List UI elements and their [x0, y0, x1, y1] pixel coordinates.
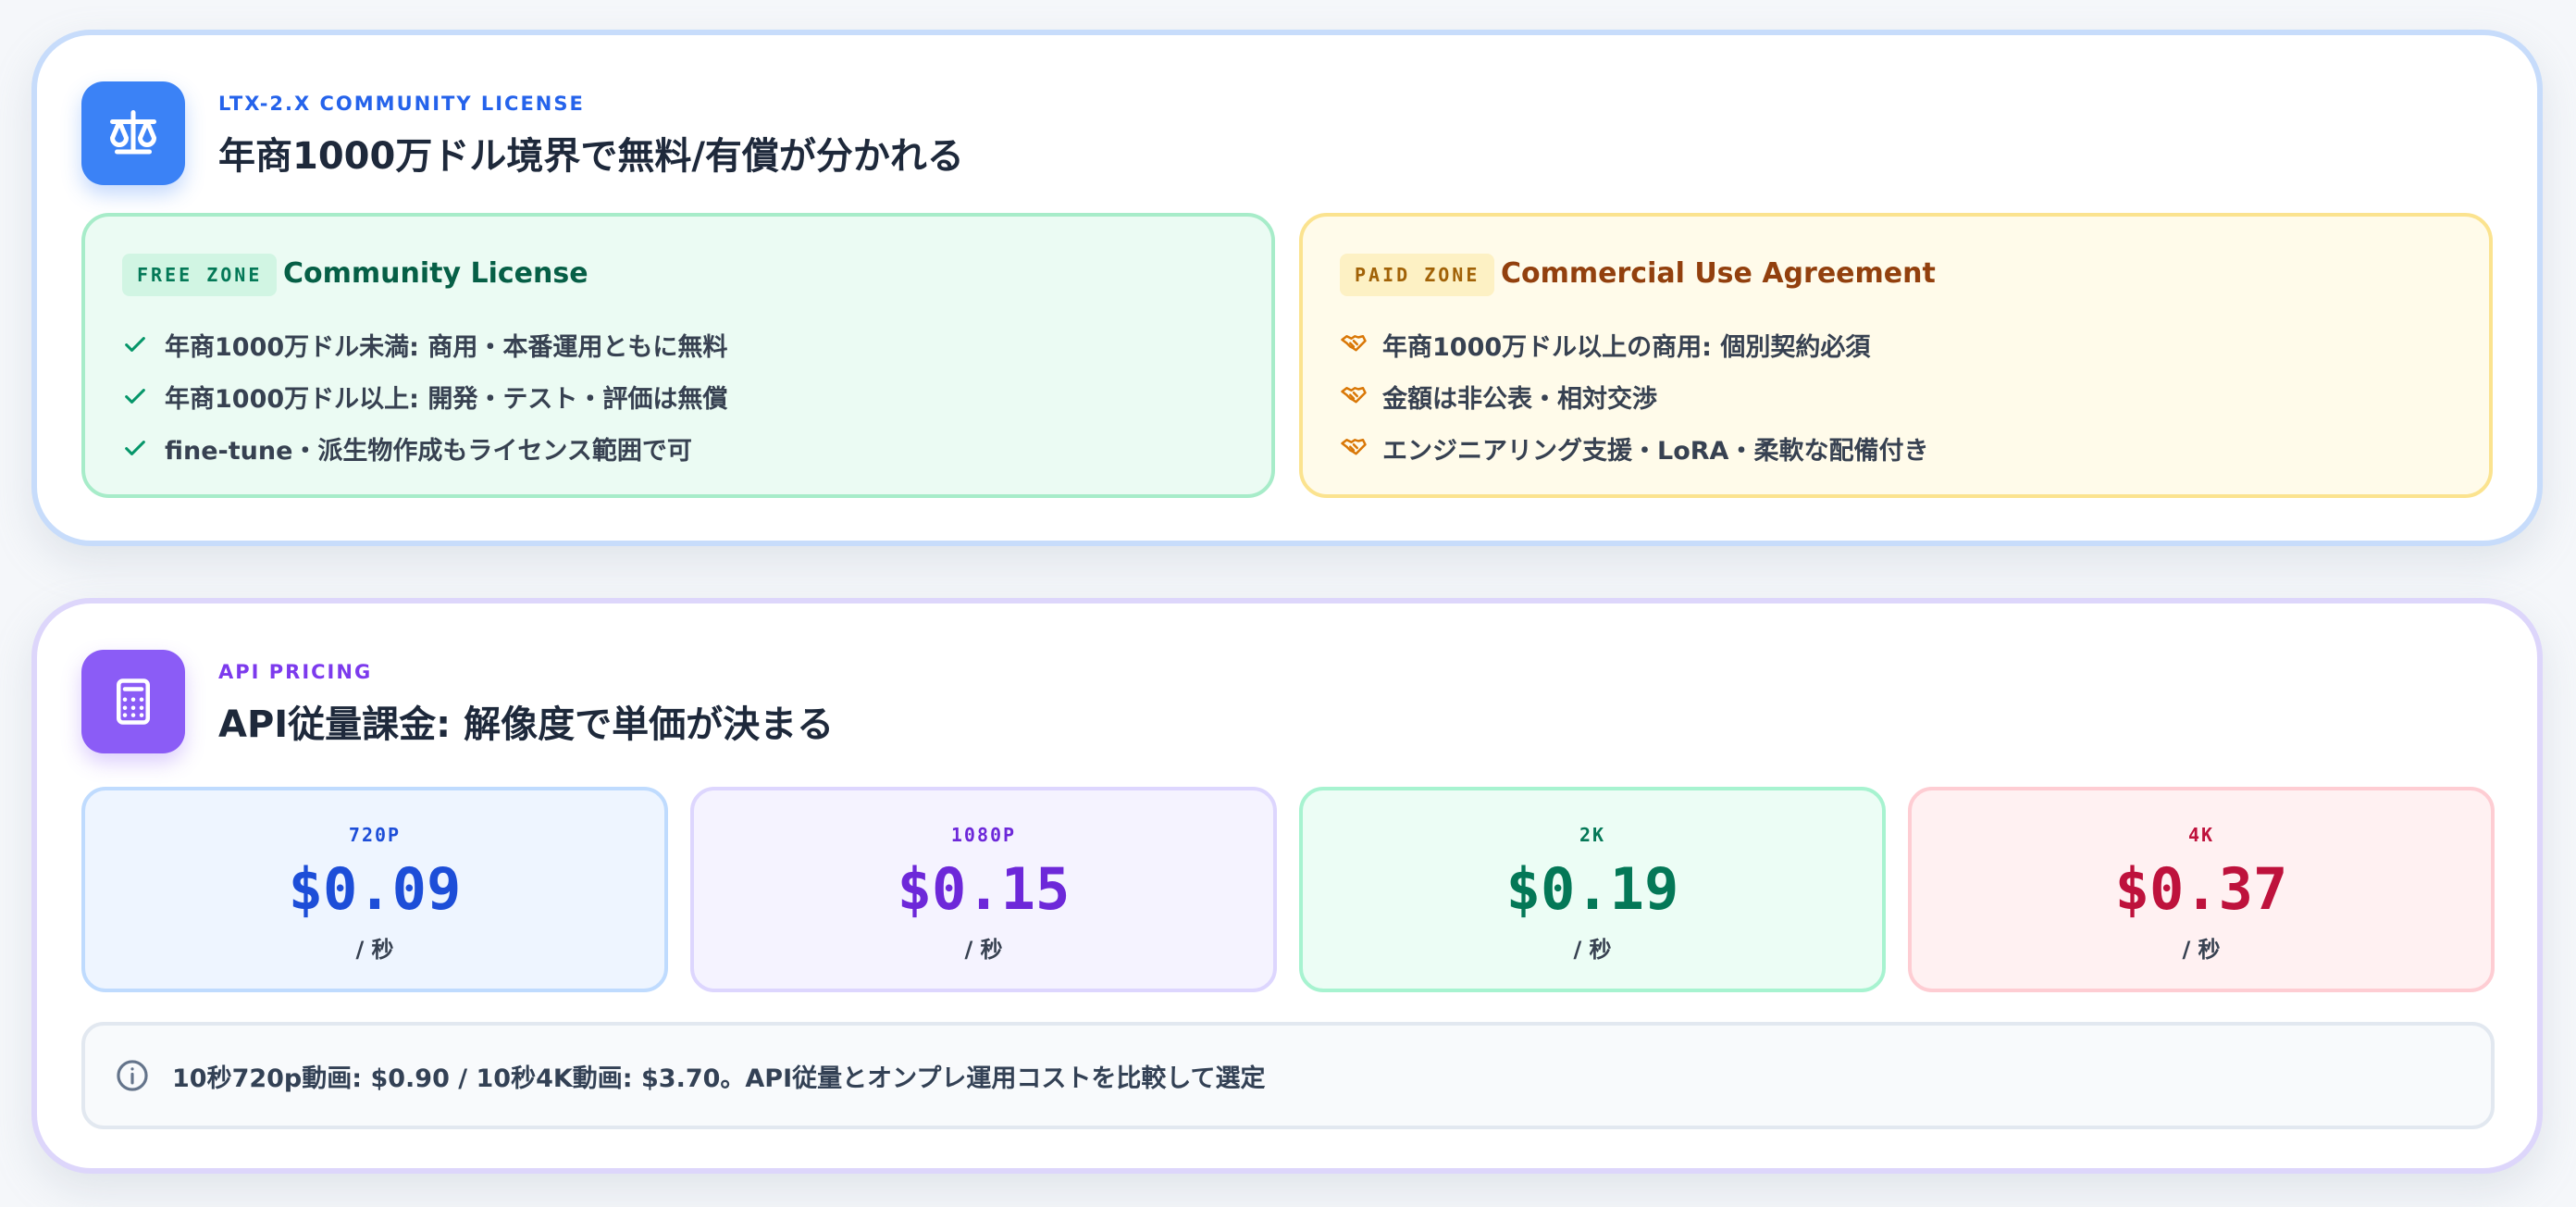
- info-icon: [115, 1058, 172, 1093]
- free-zone-badge: FREE ZONE: [122, 254, 278, 296]
- free-zone-title: Community License: [283, 257, 588, 290]
- handshake-icon: [1340, 330, 1382, 358]
- list-item: エンジニアリング支援・LoRA・柔軟な配備付き: [1340, 422, 1928, 474]
- paid-zone-badge: PAID ZONE: [1340, 254, 1495, 296]
- cost-note-text: 10秒720p動画: $0.90 / 10秒4K動画: $3.70。API従量と…: [172, 1064, 1266, 1093]
- tier-resolution: 720P: [348, 824, 402, 846]
- scale-icon: [81, 81, 185, 185]
- free-zone-panel: FREE ZONE Community License 年商1000万ドル未満:…: [81, 213, 1275, 498]
- tier-price: $0.09: [288, 855, 462, 923]
- api-pricing-card: API PRICING API従量課金: 解像度で単価が決まる 720P $0.…: [31, 598, 2543, 1174]
- tier-resolution: 1080P: [950, 824, 1017, 846]
- tier-price: $0.19: [1505, 855, 1679, 923]
- price-tile-720p: 720P $0.09 / 秒: [81, 787, 668, 992]
- tier-unit: / 秒: [2182, 937, 2221, 963]
- handshake-icon: [1340, 382, 1382, 410]
- tier-resolution: 4K: [2187, 824, 2215, 846]
- api-title: API従量課金: 解像度で単価が決まる: [218, 703, 835, 746]
- check-icon: [122, 383, 165, 409]
- paid-zone-panel: PAID ZONE Commercial Use Agreement 年商100…: [1299, 213, 2493, 498]
- tier-unit: / 秒: [355, 937, 394, 963]
- tier-unit: / 秒: [1573, 937, 1612, 963]
- paid-item-text: エンジニアリング支援・LoRA・柔軟な配備付き: [1382, 436, 1929, 466]
- cost-note: 10秒720p動画: $0.90 / 10秒4K動画: $3.70。API従量と…: [81, 1022, 2495, 1129]
- license-eyebrow: LTX-2.X COMMUNITY LICENSE: [218, 93, 585, 115]
- check-icon: [122, 331, 165, 357]
- paid-item-text: 金額は非公表・相対交渉: [1382, 384, 1657, 414]
- tier-resolution: 2K: [1579, 824, 1606, 846]
- price-tile-2k: 2K $0.19 / 秒: [1299, 787, 1886, 992]
- tier-price: $0.15: [897, 855, 1071, 923]
- list-item: fine-tune・派生物作成もライセンス範囲で可: [122, 422, 727, 474]
- tier-unit: / 秒: [964, 937, 1003, 963]
- handshake-icon: [1340, 434, 1382, 462]
- price-tile-1080p: 1080P $0.15 / 秒: [690, 787, 1277, 992]
- free-item-text: 年商1000万ドル以上: 開発・テスト・評価は無償: [165, 384, 728, 414]
- price-tile-4k: 4K $0.37 / 秒: [1908, 787, 2495, 992]
- paid-zone-list: 年商1000万ドル以上の商用: 個別契約必須 金額は非公表・相対交渉 エンジニア…: [1340, 318, 1928, 474]
- free-item-text: 年商1000万ドル未満: 商用・本番運用ともに無料: [165, 332, 728, 362]
- check-icon: [122, 435, 165, 461]
- license-title: 年商1000万ドル境界で無料/有償が分かれる: [218, 135, 964, 178]
- paid-item-text: 年商1000万ドル以上の商用: 個別契約必須: [1382, 332, 1871, 362]
- free-zone-list: 年商1000万ドル未満: 商用・本番運用ともに無料 年商1000万ドル以上: 開…: [122, 318, 727, 474]
- list-item: 年商1000万ドル未満: 商用・本番運用ともに無料: [122, 318, 727, 370]
- list-item: 金額は非公表・相対交渉: [1340, 370, 1928, 422]
- list-item: 年商1000万ドル以上の商用: 個別契約必須: [1340, 318, 1928, 370]
- tier-price: $0.37: [2114, 855, 2288, 923]
- license-card: LTX-2.X COMMUNITY LICENSE 年商1000万ドル境界で無料…: [31, 30, 2543, 546]
- list-item: 年商1000万ドル以上: 開発・テスト・評価は無償: [122, 370, 727, 422]
- free-item-text: fine-tune・派生物作成もライセンス範囲で可: [165, 436, 692, 466]
- api-eyebrow: API PRICING: [218, 661, 373, 683]
- paid-zone-title: Commercial Use Agreement: [1501, 257, 1936, 290]
- calculator-icon: [81, 650, 185, 753]
